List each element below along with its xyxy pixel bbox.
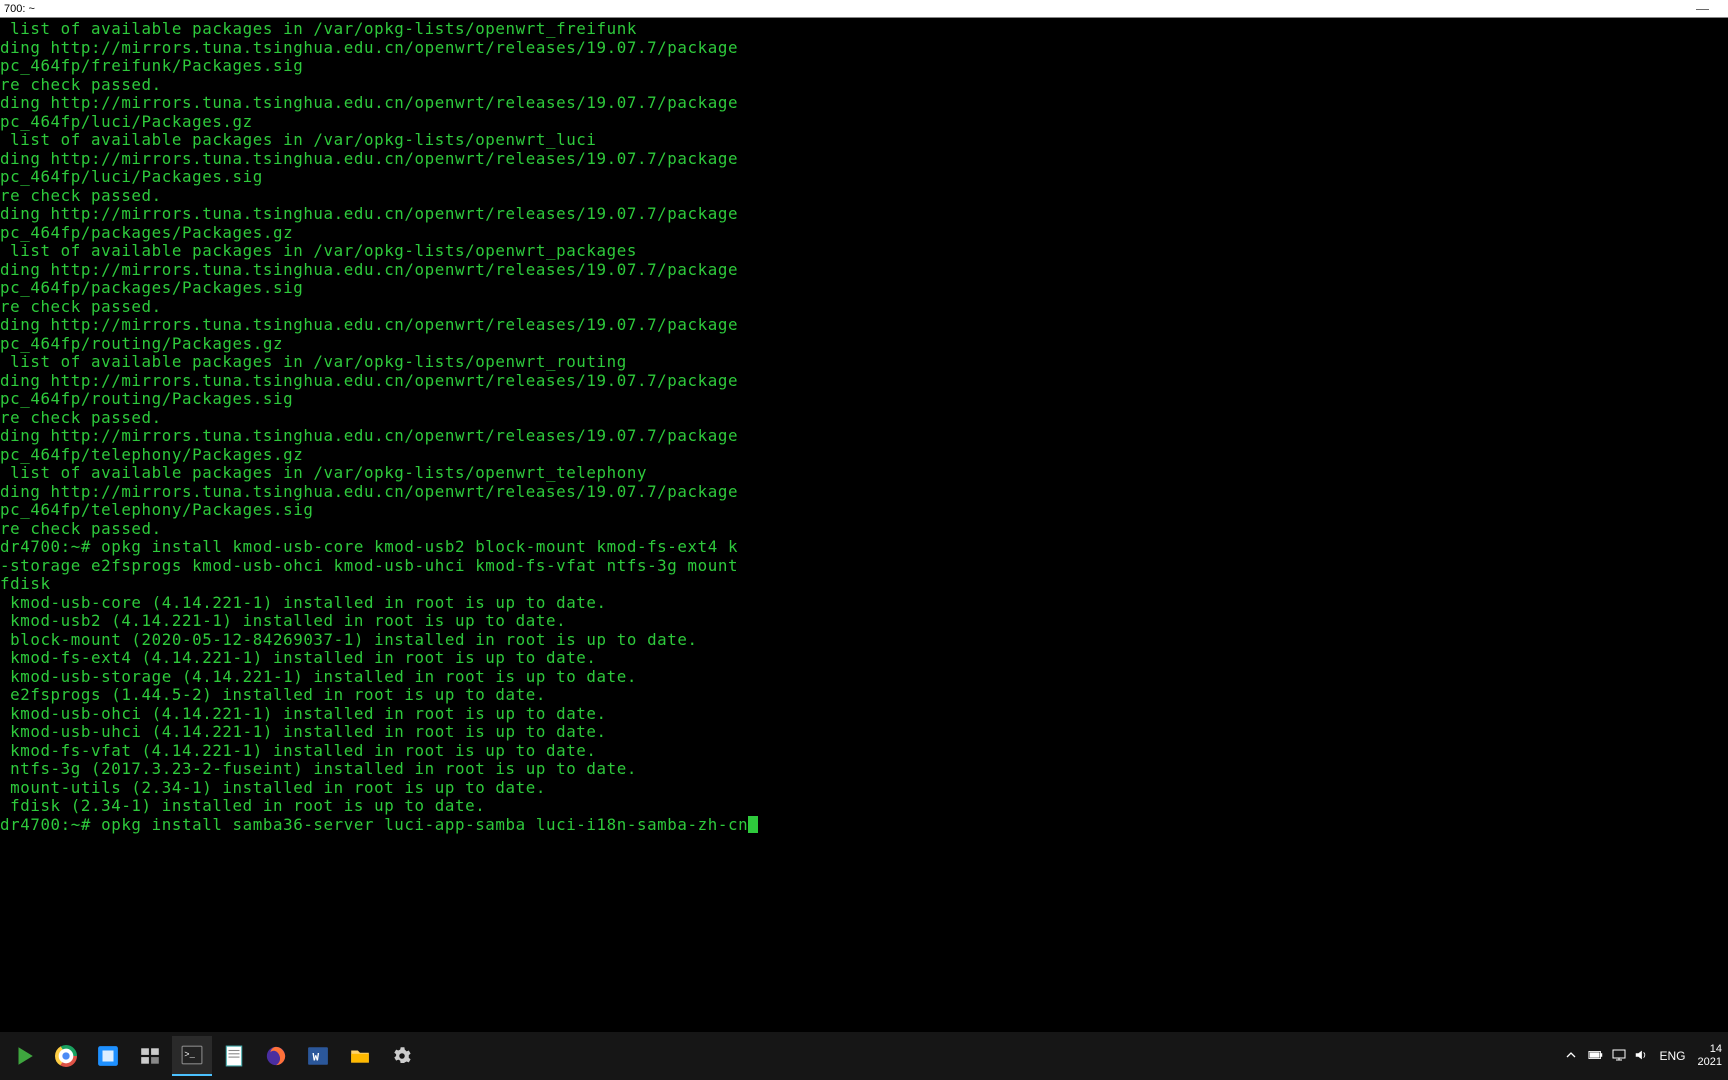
ime-indicator[interactable]: ENG: [1660, 1049, 1686, 1063]
svg-text:W: W: [313, 1052, 320, 1064]
window-title-bar: 700: ~ —: [0, 0, 1728, 18]
minimize-button[interactable]: —: [1696, 1, 1724, 16]
clock-date: 2021: [1698, 1056, 1722, 1069]
battery-icon[interactable]: [1588, 1049, 1604, 1064]
cursor: [748, 816, 758, 833]
volume-icon[interactable]: [1634, 1048, 1648, 1065]
svg-text:>_: >_: [184, 1050, 195, 1060]
terminal-app-icon[interactable]: >_: [172, 1036, 212, 1076]
firefox-icon[interactable]: [256, 1036, 296, 1076]
window-title: 700: ~: [4, 3, 35, 15]
taskbar-tray: ENG 14 2021: [1566, 1043, 1725, 1069]
terminal-text: list of available packages in /var/opkg-…: [0, 20, 1728, 834]
tray-overflow-icon[interactable]: [1566, 1050, 1576, 1063]
notepad-icon[interactable]: [214, 1036, 254, 1076]
clock[interactable]: 14 2021: [1698, 1043, 1724, 1069]
chrome-icon[interactable]: [46, 1036, 86, 1076]
tray-icons-group: [1588, 1048, 1648, 1065]
window-controls[interactable]: —: [1696, 1, 1724, 16]
word-icon[interactable]: W: [298, 1036, 338, 1076]
task-view-icon[interactable]: [130, 1036, 170, 1076]
network-icon[interactable]: [1612, 1049, 1626, 1064]
taskbar-left-group: >_ W: [4, 1036, 422, 1076]
windows-taskbar[interactable]: >_ W: [0, 1032, 1728, 1080]
start-button[interactable]: [4, 1036, 44, 1076]
file-explorer-icon[interactable]: [340, 1036, 380, 1076]
app-blue-icon[interactable]: [88, 1036, 128, 1076]
terminal-output[interactable]: list of available packages in /var/opkg-…: [0, 18, 1728, 1032]
settings-icon[interactable]: [382, 1036, 422, 1076]
clock-time: 14: [1710, 1043, 1722, 1056]
